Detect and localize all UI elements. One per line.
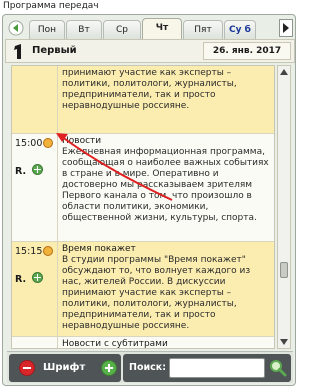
program-description: принимают участие как эксперты – политик… bbox=[62, 68, 237, 111]
right-arrow-icon bbox=[279, 19, 293, 37]
program-info: Новости Ежедневная информационная програ… bbox=[62, 136, 270, 224]
search-button[interactable] bbox=[269, 359, 287, 377]
program-description: В студии программы "Время покажет" обсуж… bbox=[62, 255, 251, 331]
tab-thu[interactable]: Чт bbox=[142, 18, 182, 39]
schedule-row[interactable]: принимают участие как эксперты – политик… bbox=[12, 66, 274, 134]
font-decrease-button[interactable] bbox=[19, 360, 35, 376]
add-reminder-button[interactable] bbox=[32, 164, 43, 175]
tv-program-window: Программа передач Пон Вт Ср Чт Пят Су б bbox=[0, 0, 300, 388]
plus-icon bbox=[34, 166, 41, 173]
add-reminder-button[interactable] bbox=[32, 272, 43, 283]
program-info: принимают участие как эксперты – политик… bbox=[62, 68, 270, 112]
font-label: Шрифт bbox=[43, 362, 86, 373]
program-title: Новости bbox=[62, 136, 102, 146]
bottom-toolbar: Шрифт Поиск: bbox=[7, 351, 293, 383]
font-increase-button[interactable] bbox=[101, 360, 117, 376]
left-arrow-icon bbox=[8, 20, 24, 36]
program-title: Время покажет bbox=[62, 244, 136, 254]
age-rating: R. bbox=[15, 166, 27, 177]
plus-icon bbox=[105, 364, 113, 372]
window-title: Программа передач bbox=[3, 1, 99, 11]
search-controls: Поиск: bbox=[123, 354, 291, 382]
schedule-row[interactable]: 15:00 R. Новости Ежедневная информационн… bbox=[12, 134, 274, 242]
tab-fri[interactable]: Пят bbox=[183, 20, 223, 39]
time-column bbox=[12, 66, 58, 133]
channel-one-logo bbox=[10, 43, 28, 60]
next-day-button[interactable] bbox=[277, 19, 295, 37]
main-panel: Пон Вт Ср Чт Пят Су б Первый 26. янв. 20… bbox=[2, 14, 296, 386]
day-tabs: Пон Вт Ср Чт Пят Су б bbox=[3, 17, 295, 39]
scroll-up-button[interactable] bbox=[278, 66, 290, 78]
program-time: 15:00 bbox=[15, 138, 43, 149]
tab-wed[interactable]: Ср bbox=[103, 20, 141, 39]
time-column: 15:00 R. bbox=[12, 134, 58, 241]
minus-icon bbox=[23, 367, 31, 369]
alarm-clock-icon[interactable] bbox=[43, 138, 53, 148]
tab-sat[interactable]: Су б bbox=[224, 20, 256, 39]
program-title: Новости с субтитрами bbox=[62, 339, 168, 349]
scroll-down-button[interactable] bbox=[278, 336, 290, 348]
age-rating: R. bbox=[15, 274, 27, 285]
program-info: Новости с субтитрами bbox=[62, 339, 270, 349]
search-magnifier-icon bbox=[270, 360, 287, 377]
program-time: 15:15 bbox=[15, 246, 43, 257]
chevron-up-icon bbox=[280, 69, 288, 75]
time-column bbox=[12, 337, 58, 348]
date-display[interactable]: 26. янв. 2017 bbox=[203, 42, 291, 60]
schedule-list: принимают участие как эксперты – политик… bbox=[11, 65, 275, 349]
scroll-thumb[interactable] bbox=[280, 262, 288, 278]
tab-tue[interactable]: Вт bbox=[66, 20, 102, 39]
channel-name: Первый bbox=[32, 45, 77, 56]
font-size-controls: Шрифт bbox=[9, 354, 121, 382]
channel-bar: Первый 26. янв. 2017 bbox=[5, 39, 295, 63]
plus-icon bbox=[34, 274, 41, 281]
search-label: Поиск: bbox=[129, 362, 167, 373]
alarm-clock-icon[interactable] bbox=[43, 246, 53, 256]
prev-day-button[interactable] bbox=[7, 19, 25, 37]
schedule-scrollbar[interactable] bbox=[277, 65, 291, 349]
program-description: Ежедневная информационная программа, соо… bbox=[62, 147, 269, 223]
search-input[interactable] bbox=[169, 358, 265, 378]
program-info: Время покажет В студии программы "Время … bbox=[62, 244, 270, 332]
schedule-row[interactable]: Новости с субтитрами bbox=[12, 337, 274, 349]
schedule-row[interactable]: 15:15 R. Время покажет В студии программ… bbox=[12, 242, 274, 337]
tab-mon[interactable]: Пон bbox=[29, 20, 65, 39]
time-column: 15:15 R. bbox=[12, 242, 58, 336]
chevron-down-icon bbox=[280, 339, 288, 345]
